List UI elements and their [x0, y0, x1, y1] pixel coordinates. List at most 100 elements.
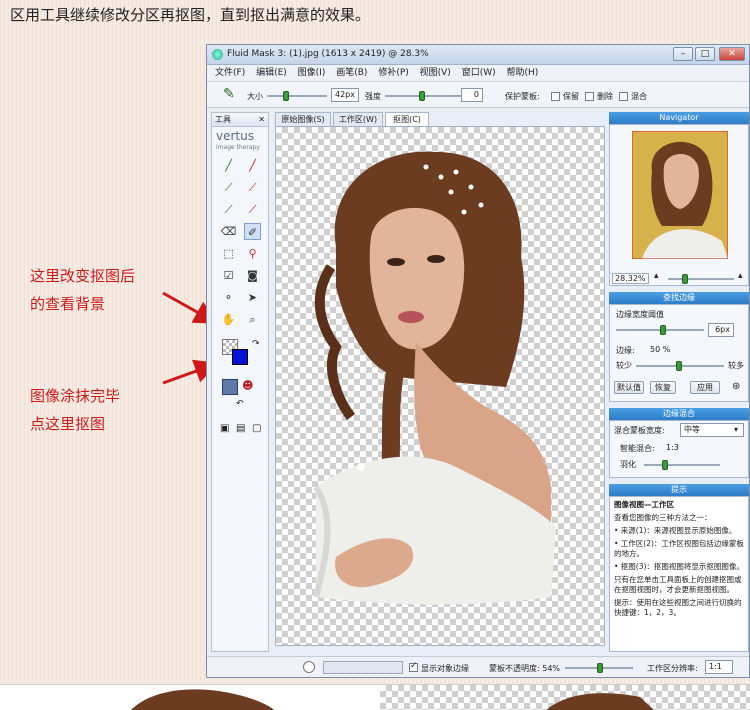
annotation-background-line1: 这里改变抠图后	[30, 267, 136, 285]
menu-view[interactable]: 视图(V)	[420, 65, 451, 82]
protect-delete-checkbox[interactable]	[585, 92, 594, 101]
background-swatch-color[interactable]	[232, 349, 248, 365]
feather-label: 羽化	[620, 460, 636, 469]
image-canvas[interactable]	[275, 126, 605, 646]
feather-slider-track[interactable]	[644, 464, 720, 466]
menu-brush[interactable]: 画笔(B)	[336, 65, 367, 82]
tab-workspace[interactable]: 工作区(W)	[333, 112, 383, 126]
camera-tool-icon[interactable]: ◙	[244, 267, 261, 284]
apply-button[interactable]: 应用	[690, 381, 720, 394]
patch-tool-icon[interactable]: ✐	[244, 223, 261, 240]
green-fill-brush-icon[interactable]: ⟋	[220, 201, 237, 218]
navigator-thumbnail[interactable]	[632, 131, 728, 259]
color-picker-tool-icon[interactable]: ⚲	[244, 245, 261, 262]
annotation-background-line2: 的查看背景	[30, 295, 106, 313]
view-mode-1-icon[interactable]: ▣	[220, 423, 229, 434]
hint-intro: 查看您图像的三种方法之一：	[614, 513, 712, 522]
navigator-header: Navigator	[609, 112, 749, 124]
default-button[interactable]: 默认值	[614, 381, 644, 394]
menu-edit[interactable]: 编辑(E)	[256, 65, 287, 82]
tools-panel-title: 工具	[215, 115, 231, 124]
hand-tool-icon[interactable]: ✋	[220, 311, 237, 328]
menu-patch[interactable]: 修补(P)	[378, 65, 408, 82]
zoom-out-icon[interactable]: ▴	[654, 271, 659, 281]
rect-select-tool-icon[interactable]: ⬚	[220, 245, 237, 262]
right-panels: Navigator 28.32% ▴ ▴ 查找边缘 边缘宽度阈值 6px 边缘:…	[609, 112, 749, 652]
size-slider-track[interactable]	[267, 95, 327, 97]
dropdown-arrow-icon[interactable]: ▾	[734, 425, 738, 434]
menu-file[interactable]: 文件(F)	[215, 65, 245, 82]
feather-slider-thumb[interactable]	[662, 460, 668, 470]
menu-help[interactable]: 帮助(H)	[507, 65, 539, 82]
collapse-chevron-icon[interactable]: ⊛	[732, 381, 740, 392]
edge-high-label: 较多	[728, 361, 744, 370]
restore-button[interactable]: 恢复	[650, 381, 676, 394]
menu-window[interactable]: 窗口(W)	[462, 65, 496, 82]
protect-keep-checkbox[interactable]	[551, 92, 560, 101]
vertus-logo: vertus	[216, 129, 254, 143]
status-bar: ✓ 显示对象边缘 蒙板不透明度: 54% 工作区分辨率: 1:1	[207, 656, 749, 677]
tab-source[interactable]: 原始图像(S)	[275, 112, 331, 126]
annotation-cutout-line1: 图像涂抹完毕	[30, 387, 121, 405]
red-fill-brush-icon[interactable]: ⟋	[244, 201, 261, 218]
checklist-tool-icon[interactable]: ☑	[220, 267, 237, 284]
size-label: 大小	[247, 92, 263, 101]
protect-blend-label: 混合	[631, 92, 647, 101]
zoom-in-icon[interactable]: ▴	[738, 271, 743, 281]
status-stop-icon[interactable]	[303, 661, 315, 673]
tab-cutout[interactable]: 抠图(C)	[385, 112, 429, 126]
eraser-tool-icon[interactable]: ⌫	[220, 223, 237, 240]
annotation-cutout-line2: 点这里抠图	[30, 415, 106, 433]
pointer-tool-icon[interactable]: ➤	[244, 289, 261, 306]
view-mode-2-icon[interactable]: ▤	[236, 423, 245, 434]
edge-contrast-value: 50 %	[650, 345, 671, 354]
show-edges-checkbox[interactable]: ✓	[409, 661, 418, 672]
menu-bar: 文件(F) 编辑(E) 图像(I) 画笔(B) 修补(P) 视图(V) 窗口(W…	[207, 65, 749, 82]
app-window: Fluid Mask 3: (1).jpg (1613 x 2419) @ 28…	[206, 44, 750, 678]
menu-image[interactable]: 图像(I)	[298, 65, 326, 82]
hardness-slider-thumb[interactable]	[419, 91, 425, 101]
app-icon	[212, 49, 223, 60]
red-edge-brush-icon[interactable]: ⟋	[244, 179, 261, 196]
zoom-slider-thumb[interactable]	[682, 274, 688, 284]
progress-bar	[323, 661, 403, 674]
find-edges-header: 查找边缘	[609, 292, 749, 304]
zoom-slider-track[interactable]	[668, 278, 734, 280]
minimize-button[interactable]: –	[673, 47, 693, 61]
hint-item-workspace: • 工作区(2)：工作区视图包括边缘蒙板的地方。	[614, 539, 744, 558]
work-resolution-select[interactable]: 1:1	[705, 660, 733, 674]
view-mode-3-icon[interactable]: ▢	[252, 423, 261, 434]
edge-width-value-field[interactable]: 6px	[708, 323, 734, 337]
red-brush-tool-icon[interactable]: ╱	[244, 157, 261, 174]
hint-panel: 图像视图—工作区 查看您图像的三种方法之一： • 来源(1)：来源视图显示原始图…	[609, 496, 749, 652]
panel-close-icon[interactable]: ✕	[258, 113, 268, 127]
hint-tip: 提示：使用在这些视图之间进行切换的快捷键：1，2，3。	[614, 598, 742, 617]
smart-blend-value: 1:3	[666, 443, 679, 452]
green-brush-tool-icon[interactable]: ╱	[220, 157, 237, 174]
mask-opacity-slider-thumb[interactable]	[597, 663, 603, 673]
hardness-value-field[interactable]: 0	[461, 88, 483, 102]
undo-cutout-icon[interactable]: ↶	[236, 399, 244, 409]
cutout-person-icon[interactable]: ☻	[242, 379, 253, 392]
size-slider-thumb[interactable]	[283, 91, 289, 101]
create-cutout-button[interactable]	[222, 379, 238, 395]
zoom-value-field[interactable]: 28.32%	[612, 273, 649, 284]
size-value-field[interactable]: 42px	[331, 88, 359, 102]
edge-contrast-slider-thumb[interactable]	[676, 361, 682, 371]
title-bar: Fluid Mask 3: (1).jpg (1613 x 2419) @ 28…	[207, 45, 749, 65]
green-edge-brush-icon[interactable]: ⟋	[220, 179, 237, 196]
hint-item-cutout: • 抠图(3)：抠图视图将显示抠图图像。	[614, 562, 744, 571]
close-button[interactable]: ✕	[719, 47, 745, 61]
swap-swatch-icon[interactable]: ↷	[252, 339, 260, 349]
hardness-slider-track[interactable]	[385, 95, 465, 97]
checkmark-icon: ✓	[410, 661, 418, 671]
find-edges-panel: 边缘宽度阈值 6px 边缘: 50 % 较少 较多 默认值 恢复 应用 ⊛	[609, 304, 749, 402]
edge-width-slider-thumb[interactable]	[660, 325, 666, 335]
hint-note: 只有在您单击工具面板上的创建抠图或在抠图视图时，才会更新抠图视图。	[614, 575, 742, 594]
annotation-background: 这里改变抠图后 的查看背景	[30, 262, 135, 318]
protect-mask-label: 保护蒙板:	[505, 92, 540, 101]
protect-blend-checkbox[interactable]	[619, 92, 628, 101]
smudge-tool-icon[interactable]: ⚬	[220, 289, 237, 306]
zoom-tool-icon[interactable]: ⌕	[244, 311, 261, 328]
maximize-button[interactable]: □	[695, 47, 715, 61]
